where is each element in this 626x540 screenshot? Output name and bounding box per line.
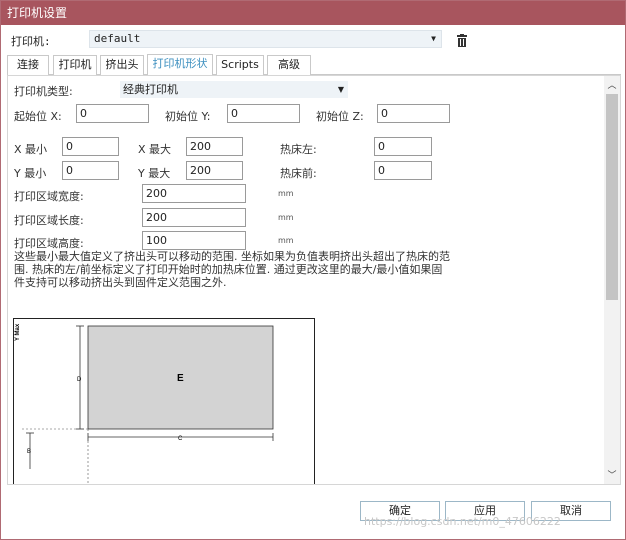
printer-shape-diagram: Y Max E D C B 0 [13, 318, 315, 484]
x-max-label: X 最大 [138, 143, 172, 156]
tab-printer[interactable]: 打印机 [53, 55, 97, 75]
printer-settings-window: 打印机设置 打印机: default ▼ 连接 打印机 挤出头 打印机形状 Sc… [0, 0, 626, 540]
print-length-label: 打印区域长度: [14, 214, 84, 227]
tab-connection[interactable]: 连接 [7, 55, 49, 75]
y-max-label: Y 最大 [138, 167, 171, 180]
printer-type-select[interactable]: 经典打印机 ▼ [120, 81, 348, 98]
chevron-down-icon: ▼ [431, 34, 436, 43]
print-height-input[interactable]: 100 [142, 231, 246, 250]
bed-front-input[interactable]: 0 [374, 161, 432, 180]
trash-icon[interactable] [456, 34, 468, 47]
tab-bar: 连接 打印机 挤出头 打印机形状 Scripts 高级 [7, 54, 621, 75]
y-max-input[interactable]: 200 [186, 161, 243, 180]
tab-scripts[interactable]: Scripts [216, 55, 264, 75]
print-height-label: 打印区域高度: [14, 237, 84, 250]
dim-d-label: D [77, 377, 82, 383]
bed-left-label: 热床左: [280, 143, 317, 156]
start-x-label: 起始位 X: [14, 110, 62, 123]
printer-label: 打印机: [11, 35, 51, 48]
printer-select-value: default [94, 32, 141, 45]
x-min-input[interactable]: 0 [62, 137, 119, 156]
height-unit: mm [278, 236, 294, 245]
printer-select[interactable]: default ▼ [89, 30, 442, 48]
bed-front-label: 热床前: [280, 167, 317, 180]
y-min-input[interactable]: 0 [62, 161, 119, 180]
shape-description: 这些最小最大值定义了挤出头可以移动的范围. 坐标如果为负值表明挤出头超出了热床的… [14, 250, 450, 289]
dim-b-label: B [27, 449, 31, 455]
tab-printer-shape[interactable]: 打印机形状 [147, 54, 213, 75]
y-min-label: Y 最小 [14, 167, 47, 180]
printer-type-label: 打印机类型: [14, 85, 73, 98]
length-unit: mm [278, 213, 294, 222]
vertical-scrollbar[interactable]: ︿ ﹀ [604, 76, 620, 484]
bed-left-input[interactable]: 0 [374, 137, 432, 156]
tab-extruder[interactable]: 挤出头 [100, 55, 144, 75]
printer-type-value: 经典打印机 [123, 83, 178, 96]
scroll-down-icon[interactable]: ﹀ [604, 468, 620, 484]
start-z-label: 初始位 Z: [316, 110, 364, 123]
print-area-label: E [177, 373, 184, 384]
chevron-down-icon: ▼ [337, 85, 344, 94]
tab-advanced[interactable]: 高级 [267, 55, 311, 75]
start-z-input[interactable]: 0 [377, 104, 450, 123]
x-min-label: X 最小 [14, 143, 48, 156]
dim-c-label: C [178, 436, 183, 442]
print-width-label: 打印区域宽度: [14, 190, 84, 203]
width-unit: mm [278, 189, 294, 198]
scroll-thumb[interactable] [606, 94, 618, 300]
x-max-input[interactable]: 200 [186, 137, 243, 156]
watermark-text: https://blog.csdn.net/m0_47606222 [364, 515, 561, 528]
y-max-label: Y Max [15, 323, 21, 341]
print-length-input[interactable]: 200 [142, 208, 246, 227]
print-width-input[interactable]: 200 [142, 184, 246, 203]
start-y-input[interactable]: 0 [227, 104, 300, 123]
dialog-footer: 确定 应用 取消 [1, 487, 625, 540]
shape-panel: 打印机类型: 经典打印机 ▼ 起始位 X: 0 初始位 Y: 0 初始位 Z: … [7, 75, 621, 485]
start-y-label: 初始位 Y: [165, 110, 211, 123]
start-x-input[interactable]: 0 [76, 104, 149, 123]
window-title: 打印机设置 [1, 1, 625, 25]
scroll-up-icon[interactable]: ︿ [604, 78, 620, 94]
